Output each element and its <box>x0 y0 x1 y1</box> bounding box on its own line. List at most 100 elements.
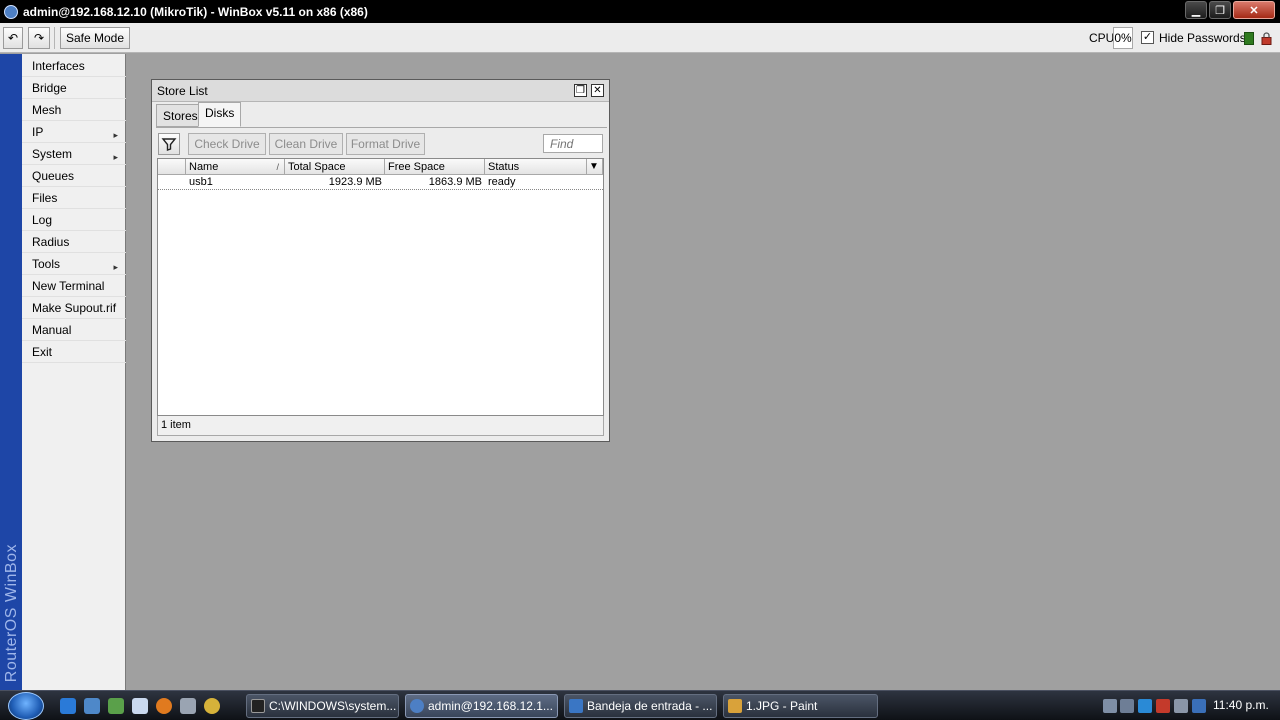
store-list-window: Store List ❐ ✕ Stores Disks Check Drive … <box>151 79 610 442</box>
firefox-icon[interactable] <box>156 698 172 714</box>
explorer-icon[interactable] <box>132 698 148 714</box>
monitor-icon[interactable] <box>1192 699 1206 713</box>
toolbar: ↶ ↷ Safe Mode CPU: 0% Hide Passwords <box>0 23 1280 53</box>
column-header-status[interactable]: Status <box>485 159 587 175</box>
menu-item-system[interactable]: System ▸ <box>22 143 126 165</box>
column-header-free-space[interactable]: Free Space <box>385 159 485 175</box>
undo-button[interactable]: ↶ <box>3 27 23 49</box>
side-strip: RouterOS WinBox <box>0 54 22 690</box>
redo-button[interactable]: ↷ <box>28 27 50 49</box>
winbox-icon <box>4 4 18 19</box>
connection-status-icon <box>1244 32 1254 45</box>
filter-button[interactable] <box>158 133 180 155</box>
menu-item-label: Log <box>32 213 53 227</box>
menu-item-new-terminal[interactable]: New Terminal <box>22 275 126 297</box>
menu-item-label: Bridge <box>32 81 67 95</box>
disks-table: Name / Total Space Free Space Status ▼ u… <box>157 158 604 416</box>
menu-item-make-supout[interactable]: Make Supout.rif <box>22 297 126 319</box>
cpu-value: 0% <box>1113 27 1133 49</box>
signal-icon[interactable] <box>1120 699 1134 713</box>
menu-item-label: Mesh <box>32 103 62 117</box>
cell-status: ready <box>488 176 516 188</box>
restore-button[interactable]: ❐ <box>574 84 587 97</box>
store-list-titlebar[interactable]: Store List ❐ ✕ <box>152 80 609 102</box>
disks-panel: Check Drive Clean Drive Format Drive Nam… <box>156 127 607 439</box>
clean-drive-button[interactable]: Clean Drive <box>269 133 343 155</box>
cell-name: usb1 <box>189 176 213 188</box>
winbox-icon <box>410 699 424 713</box>
column-header-name[interactable]: Name / <box>186 159 285 175</box>
menu-item-manual[interactable]: Manual <box>22 319 126 341</box>
table-row[interactable]: usb1 1923.9 MB 1863.9 MB ready <box>158 175 603 190</box>
volume-icon[interactable] <box>1174 699 1188 713</box>
cell-free-space: 1863.9 MB <box>428 176 482 188</box>
menu-item-label: Tools <box>32 257 61 271</box>
format-drive-button[interactable]: Format Drive <box>346 133 425 155</box>
find-input[interactable] <box>543 134 603 153</box>
menu-item-label: Radius <box>32 235 70 249</box>
task-label: C:\WINDOWS\system... <box>269 699 397 713</box>
menu-item-interfaces[interactable]: Interfaces <box>22 55 126 77</box>
flash-icon[interactable] <box>1156 699 1170 713</box>
menu-item-bridge[interactable]: Bridge <box>22 77 126 99</box>
column-menu-icon[interactable]: ▼ <box>587 159 603 175</box>
task-label: 1.JPG - Paint <box>746 699 818 713</box>
messenger-icon[interactable] <box>108 698 124 714</box>
menu-item-mesh[interactable]: Mesh <box>22 99 126 121</box>
taskbar: C:\WINDOWS\system... admin@192.168.12.1.… <box>0 690 1280 720</box>
chrome-icon[interactable] <box>204 698 220 714</box>
lock-icon <box>1261 32 1272 45</box>
task-label: admin@192.168.12.1... <box>428 699 553 713</box>
menu-item-tools[interactable]: Tools ▸ <box>22 253 126 275</box>
task-paint[interactable]: 1.JPG - Paint <box>723 694 878 718</box>
show-desktop-icon[interactable] <box>84 698 100 714</box>
paint-icon <box>728 699 742 713</box>
internet-explorer-icon[interactable] <box>60 698 76 714</box>
task-mail[interactable]: Bandeja de entrada - ... <box>564 694 717 718</box>
menu-item-label: Manual <box>32 323 72 337</box>
brand-label: RouterOS WinBox <box>3 543 20 682</box>
menu-item-label: Make Supout.rif <box>32 301 117 315</box>
tray-app-icon[interactable] <box>1138 699 1152 713</box>
menu-item-label: Interfaces <box>32 59 85 73</box>
maximize-button[interactable]: ❐ <box>1209 1 1231 19</box>
start-button[interactable] <box>8 692 44 720</box>
sort-indicator-icon: / <box>276 162 279 172</box>
task-winbox[interactable]: admin@192.168.12.1... <box>405 694 558 718</box>
menu-item-ip[interactable]: IP ▸ <box>22 121 126 143</box>
task-label: Bandeja de entrada - ... <box>587 699 713 713</box>
store-close-button[interactable]: ✕ <box>591 84 604 97</box>
menu-item-label: Exit <box>32 345 53 359</box>
menu-item-label: System <box>32 147 73 161</box>
filter-icon <box>161 138 177 151</box>
network-user-icon[interactable] <box>1103 699 1117 713</box>
menu-item-radius[interactable]: Radius <box>22 231 126 253</box>
item-count: 1 item <box>157 416 604 436</box>
hide-passwords-checkbox[interactable]: ✓ <box>1141 31 1154 44</box>
menu-item-label: Files <box>32 191 58 205</box>
window-title: admin@192.168.12.10 (MikroTik) - WinBox … <box>23 4 368 19</box>
column-header-total-space[interactable]: Total Space <box>285 159 385 175</box>
calculator-icon[interactable] <box>180 698 196 714</box>
menu-item-label: IP <box>32 125 44 139</box>
tab-disks[interactable]: Disks <box>198 102 242 127</box>
menu-item-exit[interactable]: Exit <box>22 341 126 363</box>
title-bar: admin@192.168.12.10 (MikroTik) - WinBox … <box>0 0 1280 23</box>
column-header-label: Name <box>189 161 219 173</box>
safe-mode-button[interactable]: Safe Mode <box>60 27 130 49</box>
clock[interactable]: 11:40 p.m. <box>1213 698 1269 712</box>
store-list-title: Store List <box>157 84 208 98</box>
window-controls: ▁ ❐ ✕ <box>1185 1 1275 19</box>
check-drive-button[interactable]: Check Drive <box>188 133 266 155</box>
minimize-button[interactable]: ▁ <box>1185 1 1207 19</box>
menu-item-queues[interactable]: Queues <box>22 165 126 187</box>
column-header-blank[interactable] <box>158 159 186 175</box>
menu-item-files[interactable]: Files <box>22 187 126 209</box>
cmd-icon <box>251 699 265 713</box>
close-button[interactable]: ✕ <box>1233 1 1275 19</box>
menu-item-label: Queues <box>32 169 75 183</box>
task-cmd[interactable]: C:\WINDOWS\system... <box>246 694 399 718</box>
main-menu: Interfaces Bridge Mesh IP ▸ System ▸ Queue… <box>22 54 126 690</box>
menu-item-log[interactable]: Log <box>22 209 126 231</box>
mail-icon <box>569 699 583 713</box>
